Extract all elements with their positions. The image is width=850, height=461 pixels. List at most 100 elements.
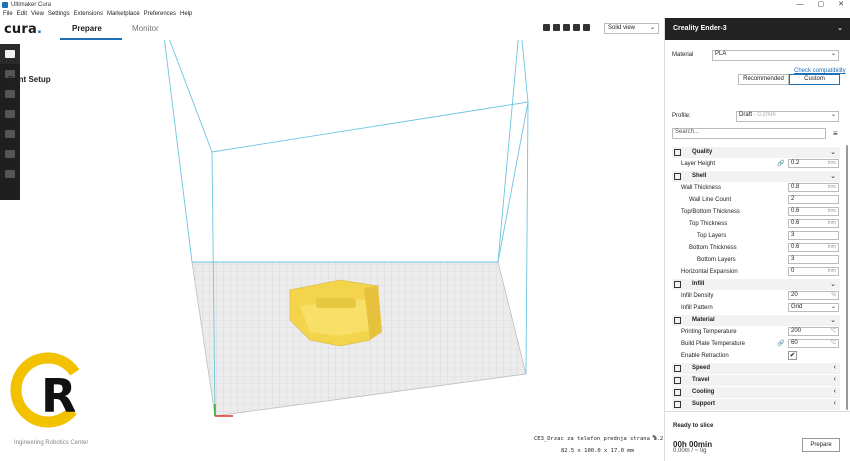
chevron-down-icon: ⌄ (837, 25, 843, 32)
section-shell[interactable]: Shell ⌄ (672, 171, 840, 182)
enable-retraction-label: Enable Retraction (681, 353, 729, 359)
profile-label: Profile: (672, 113, 691, 119)
object-name: CE3_Drzac za telefon prednja strana 1.2 (534, 436, 664, 442)
enable-retraction-checkbox[interactable]: ✔ (788, 351, 797, 360)
profile-select[interactable]: Draft - 0.2mm ⌄ (736, 111, 839, 122)
menu-preferences[interactable]: Preferences (144, 11, 176, 17)
section-infill[interactable]: Infill ⌄ (672, 279, 840, 290)
edit-icon[interactable]: ✎ (652, 434, 658, 442)
speed-icon (674, 365, 681, 372)
object-dimensions: 82.5 x 100.0 x 17.0 mm (561, 448, 634, 454)
build-plate-temperature-label: Build Plate Temperature (681, 341, 745, 347)
menu-file[interactable]: File (3, 11, 13, 17)
settings-scrollbar[interactable] (846, 145, 848, 410)
infill-density-input[interactable]: 20% (788, 291, 839, 300)
wall-line-count-input[interactable]: 2 (788, 195, 839, 204)
shell-icon (674, 173, 681, 180)
rotate-icon[interactable] (0, 104, 20, 124)
view-mode-select[interactable]: Solid view ⌄ (604, 23, 659, 34)
svg-text:R: R (41, 369, 76, 423)
menu-settings[interactable]: Settings (48, 11, 70, 17)
maximize-button[interactable]: ▢ (818, 0, 825, 9)
top-view-icon[interactable] (563, 24, 570, 31)
custom-mode-button[interactable]: Custom (789, 74, 840, 85)
tab-monitor[interactable]: Monitor (132, 24, 159, 33)
travel-icon (674, 377, 681, 384)
layer-height-label: Layer Height (681, 161, 716, 167)
chevron-down-icon: ⌄ (830, 304, 836, 310)
prepare-button[interactable]: Prepare (802, 438, 840, 452)
settings-menu-icon[interactable]: ≡ (833, 129, 838, 138)
print-setup-title: Print Setup (8, 75, 51, 84)
material-estimate: 0.00m / ~ 0g (673, 448, 707, 454)
top-bottom-thickness-label: Top/Bottom Thickness (681, 209, 740, 215)
printing-temperature-input[interactable]: 200 °C (788, 327, 839, 336)
layer-height-input[interactable]: 0.2 mm (788, 159, 839, 168)
chevron-left-icon: ‹ (833, 388, 836, 395)
top-layers-input[interactable]: 3 (788, 231, 839, 240)
section-quality[interactable]: Quality ⌄ (672, 147, 840, 158)
menu-edit[interactable]: Edit (17, 11, 27, 17)
menu-help[interactable]: Help (180, 11, 192, 17)
infill-density-label: Infill Density (681, 293, 714, 299)
chevron-left-icon: ‹ (833, 364, 836, 371)
menu-view[interactable]: View (31, 11, 44, 17)
chevron-down-icon: ⌄ (830, 281, 836, 288)
3d-viewport[interactable] (20, 40, 664, 461)
bottom-layers-input[interactable]: 3 (788, 255, 839, 264)
bottom-thickness-input[interactable]: 0.6 mm (788, 243, 839, 252)
top-bottom-thickness-input[interactable]: 0.6 mm (788, 207, 839, 216)
recommended-mode-button[interactable]: Recommended (738, 74, 789, 85)
chevron-down-icon: ⌄ (830, 317, 836, 324)
section-speed[interactable]: Speed ‹ (672, 363, 840, 374)
title-bar: Ultimaker Cura — ▢ ✕ (0, 0, 850, 9)
left-toolbar (0, 44, 20, 200)
material-icon (674, 317, 681, 324)
section-support[interactable]: Support ‹ (672, 399, 840, 410)
cura-app-icon (2, 1, 8, 8)
printing-temperature-label: Printing Temperature (681, 329, 737, 335)
printer-selector[interactable]: Creality Ender-3 ⌄ (665, 18, 850, 40)
chevron-left-icon: ‹ (833, 376, 836, 383)
per-model-settings-icon[interactable] (0, 144, 20, 164)
mirror-icon[interactable] (0, 124, 20, 144)
link-icon: 🔗 (777, 341, 785, 347)
wall-thickness-label: Wall Thickness (681, 185, 722, 191)
left-view-icon[interactable] (573, 24, 580, 31)
infill-pattern-select[interactable]: Grid ⌄ (788, 303, 839, 312)
chevron-down-icon: ⌄ (830, 112, 836, 118)
minimize-button[interactable]: — (797, 0, 804, 9)
support-icon (674, 401, 681, 408)
3d-view-icon[interactable] (543, 24, 550, 31)
settings-search-input[interactable]: Search... (672, 128, 826, 139)
close-button[interactable]: ✕ (838, 0, 844, 9)
logo-caption: Ingineering Robotics Center (14, 440, 89, 446)
quality-icon (674, 149, 681, 156)
chevron-down-icon: ⌄ (830, 173, 836, 180)
open-file-icon[interactable] (0, 44, 20, 64)
top-layers-label: Top Layers (697, 233, 727, 239)
top-thickness-input[interactable]: 0.6 mm (788, 219, 839, 228)
chevron-left-icon: ‹ (833, 400, 836, 407)
scale-icon[interactable] (0, 84, 20, 104)
build-plate-temperature-input[interactable]: 60 °C (788, 339, 839, 348)
infill-icon (674, 281, 681, 288)
wall-line-count-label: Wall Line Count (689, 197, 732, 203)
top-thickness-label: Top Thickness (689, 221, 728, 227)
footer-divider (664, 411, 850, 412)
section-cooling[interactable]: Cooling ‹ (672, 387, 840, 398)
infill-pattern-label: Infill Pattern (681, 305, 713, 311)
tab-prepare[interactable]: Prepare (72, 24, 102, 33)
wall-thickness-input[interactable]: 0.8 mm (788, 183, 839, 192)
material-label: Material (672, 52, 694, 58)
section-material[interactable]: Material ⌄ (672, 315, 840, 326)
section-travel[interactable]: Travel ‹ (672, 375, 840, 386)
support-blocker-icon[interactable] (0, 164, 20, 184)
menu-extensions[interactable]: Extensions (74, 11, 103, 17)
menu-marketplace[interactable]: Marketplace (107, 11, 140, 17)
cooling-icon (674, 389, 681, 396)
right-view-icon[interactable] (583, 24, 590, 31)
horizontal-expansion-input[interactable]: 0 mm (788, 267, 839, 276)
front-view-icon[interactable] (553, 24, 560, 31)
material-select[interactable]: PLA ⌄ (712, 50, 839, 61)
